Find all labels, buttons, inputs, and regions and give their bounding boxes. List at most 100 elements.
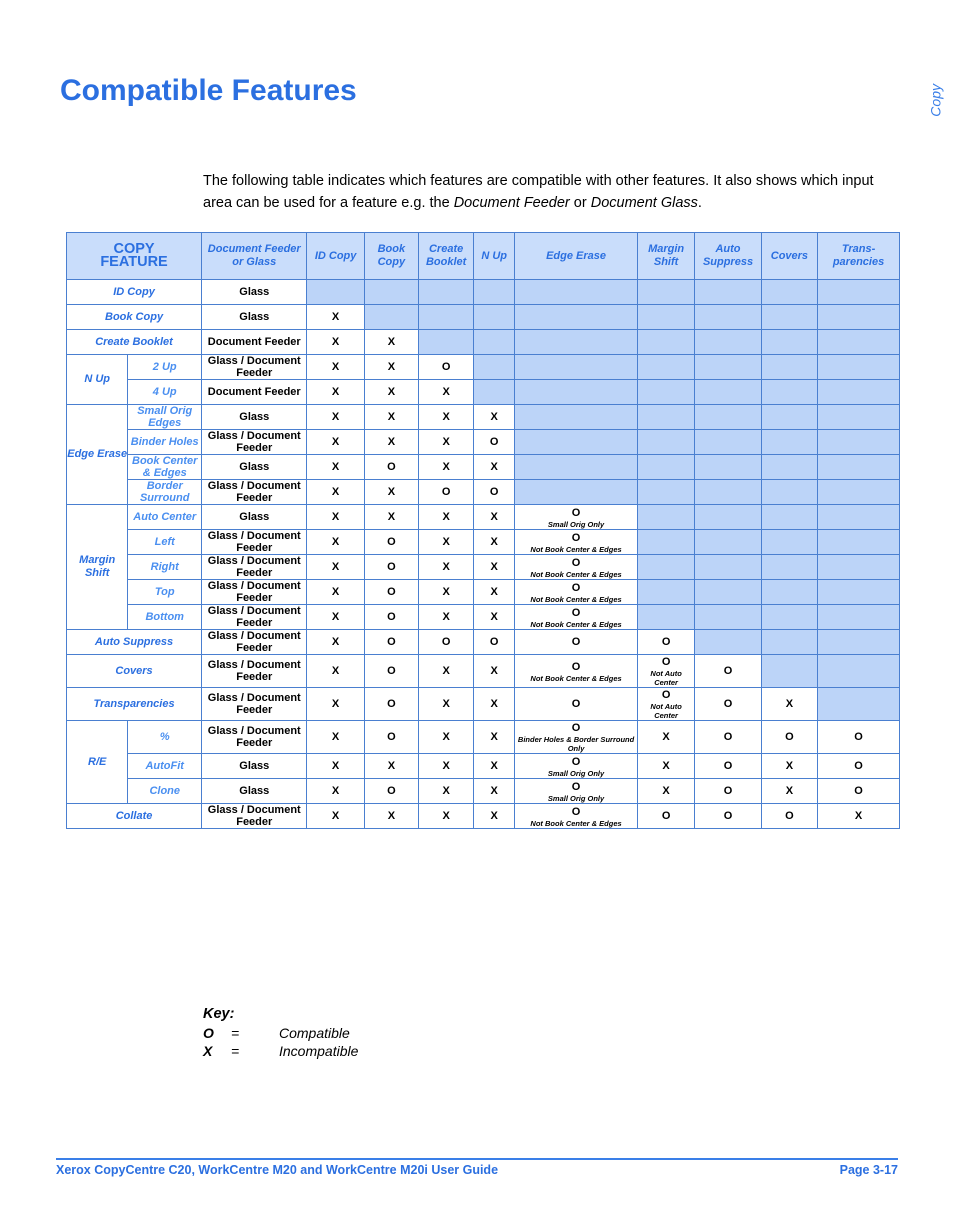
table-row: 4 Up Document Feeder X X X	[67, 379, 900, 405]
compat-cell: X	[473, 454, 516, 480]
row-sub-label: 2 Up	[127, 354, 203, 380]
compat-mark: X	[442, 698, 450, 710]
compat-cell: X	[306, 529, 365, 555]
compat-mark: X	[331, 486, 340, 498]
compat-mark: X	[662, 731, 670, 743]
compat-cell: X	[417, 778, 475, 804]
compat-mark: X	[387, 411, 396, 423]
compat-mark: O	[571, 556, 581, 569]
header-auto-suppress: Auto Suppress	[694, 232, 762, 280]
intro-text-3: .	[697, 195, 702, 211]
compat-mark: X	[331, 361, 340, 373]
compat-cell	[760, 479, 819, 505]
compat-cell: X	[363, 504, 419, 530]
compat-cell: O Not Book Center & Edges	[514, 579, 638, 605]
compat-cell: O Not Book Center & Edges	[514, 554, 638, 580]
compat-mark: X	[490, 665, 498, 677]
row-input-source: Glass / Document Feeder	[201, 479, 308, 505]
compat-cell: O	[694, 654, 762, 688]
compat-cell	[694, 354, 762, 380]
compat-mark: O	[387, 461, 396, 473]
compat-mark: O	[785, 731, 794, 743]
compat-cell	[760, 579, 819, 605]
footer-divider	[56, 1158, 898, 1160]
compat-mark: X	[387, 810, 396, 822]
compat-mark: X	[442, 436, 450, 448]
compat-cell: X	[306, 354, 365, 380]
row-sub-label: Bottom	[127, 604, 203, 630]
compat-note: Not Book Center & Edges	[530, 673, 622, 683]
compat-cell: O	[694, 720, 762, 754]
compat-cell: X	[417, 379, 475, 405]
compat-note: Small Orig Only	[547, 793, 605, 803]
compat-mark: X	[331, 586, 340, 598]
compat-cell	[817, 529, 900, 555]
document-page: Compatible Features Copy The following t…	[0, 0, 954, 1227]
row-input-source: Glass / Document Feeder	[201, 803, 308, 829]
compat-cell	[694, 479, 762, 505]
table-row: AutoFit Glass X X X X O Small Orig Only X O X O	[67, 753, 900, 779]
compat-cell: O	[363, 687, 419, 721]
compat-cell: X	[417, 454, 475, 480]
compat-cell: X	[473, 529, 516, 555]
compat-cell	[760, 404, 819, 430]
compat-cell	[636, 454, 696, 480]
row-feature-label: Book Copy	[65, 304, 203, 330]
compat-cell	[760, 629, 819, 655]
table-row: Border Surround Glass / Document Feeder X X…	[67, 479, 900, 505]
compat-mark: O	[571, 636, 581, 648]
compat-cell: O Small Orig Only	[514, 504, 638, 530]
compat-cell	[694, 529, 762, 555]
compat-cell: X	[306, 554, 365, 580]
compat-mark: X	[490, 561, 498, 573]
compat-cell: X	[473, 720, 516, 754]
compat-cell: O Not Book Center & Edges	[514, 803, 638, 829]
compat-cell: X	[306, 429, 365, 455]
row-feature-label: Create Booklet	[65, 329, 203, 355]
header-margin-shift: Margin Shift	[636, 232, 696, 280]
compat-note: Small Orig Only	[547, 519, 605, 529]
row-input-source: Glass	[201, 279, 308, 305]
compat-mark: O	[571, 581, 581, 594]
compat-cell	[417, 279, 475, 305]
compat-cell: O Small Orig Only	[514, 753, 638, 779]
compat-cell: X	[473, 604, 516, 630]
compat-cell	[363, 304, 419, 330]
compat-cell	[817, 504, 900, 530]
key-meaning: Incompatible	[279, 1043, 359, 1059]
header-n-up: N Up	[473, 232, 516, 280]
compat-mark: X	[442, 611, 450, 623]
compat-mark: O	[854, 785, 863, 797]
key-legend: Key: O = Compatible X = Incompatible	[203, 1006, 358, 1060]
compat-cell: X	[363, 479, 419, 505]
compat-cell	[760, 454, 819, 480]
compat-cell	[417, 304, 475, 330]
compat-cell	[760, 604, 819, 630]
compat-mark: X	[331, 386, 340, 398]
compat-cell	[760, 304, 819, 330]
compat-cell	[817, 404, 900, 430]
compat-mark: X	[490, 511, 498, 523]
compat-note: Not Auto Center	[650, 702, 682, 720]
compat-mark: O	[387, 536, 396, 548]
row-feature-label: Covers	[65, 654, 203, 688]
compat-cell: O	[473, 629, 516, 655]
compat-cell: X	[417, 579, 475, 605]
compat-mark: X	[387, 511, 396, 523]
intro-emphasis-2: Document Glass	[590, 195, 698, 211]
compat-mark: O	[723, 665, 733, 677]
row-input-source: Glass / Document Feeder	[201, 687, 308, 721]
table-row: R/E% Glass / Document Feeder X O X X O Binder H…	[65, 720, 900, 804]
compat-cell: O	[760, 803, 819, 829]
row-input-source: Glass	[201, 304, 308, 330]
header-book-copy: Book Copy	[363, 232, 419, 280]
compat-cell: O	[694, 778, 762, 804]
table-row: Top Glass / Document Feeder X O X X O Not Book …	[67, 579, 900, 605]
compat-cell: X	[417, 404, 475, 430]
compat-mark: O	[854, 760, 863, 772]
table-row: Right Glass / Document Feeder X O X X O Not Boo…	[67, 554, 900, 580]
compat-cell	[694, 504, 762, 530]
compat-mark: O	[571, 606, 581, 619]
compat-cell: X	[417, 529, 475, 555]
row-input-source: Glass	[201, 404, 308, 430]
